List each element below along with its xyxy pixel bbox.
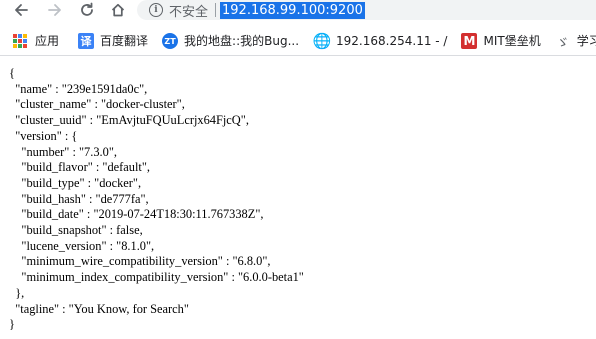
json-line: "name" : "239e1591da0c", <box>9 81 148 96</box>
omnibox-divider <box>215 3 217 17</box>
json-line: "minimum_index_compatibility_version" : … <box>9 270 304 285</box>
bookmark-my-bug[interactable]: ZT 我的地盘::我的Bug... <box>162 27 299 55</box>
bookmark-baidu-translate[interactable]: 译 百度翻译 <box>78 27 148 55</box>
bookmark-label: 我的地盘::我的Bug... <box>184 34 300 48</box>
bookmark-label: 百度翻译 <box>100 34 149 48</box>
url-text[interactable]: 192.168.99.100:9200 <box>220 1 365 19</box>
zentao-icon: ZT <box>162 33 179 49</box>
json-line: "lucene_version" : "8.1.0", <box>9 238 155 253</box>
bookmark-label: 192.168.254.11 - / <box>336 34 448 48</box>
json-line: "minimum_wire_compatibility_version" : "… <box>9 254 271 269</box>
info-icon[interactable]: i <box>149 3 163 17</box>
home-button[interactable] <box>105 0 131 20</box>
bookmark-label: 应用 <box>35 34 60 48</box>
json-line: "cluster_name" : "docker-cluster", <box>9 97 185 112</box>
bookmark-label: MIT堡垒机 <box>483 34 541 48</box>
apps-grid-icon <box>13 34 27 48</box>
browser-toolbar: i 不安全 192.168.99.100:9200 <box>0 0 596 27</box>
learn-icon: ゞ <box>556 35 570 51</box>
json-line: "build_type" : "docker", <box>9 175 142 190</box>
back-arrow-icon <box>15 4 28 16</box>
json-line: "build_flavor" : "default", <box>9 160 151 175</box>
forward-arrow-icon <box>48 4 61 16</box>
bookmark-learn[interactable]: ゞ 学习 <box>555 27 596 55</box>
bookmark-apps[interactable]: 应用 <box>13 27 59 55</box>
json-line: { <box>9 66 15 80</box>
translate-icon: 译 <box>78 33 95 49</box>
json-line: "build_date" : "2019-07-24T18:30:11.7673… <box>9 207 264 222</box>
bookmark-mit-bastion[interactable]: M MIT堡垒机 <box>461 27 541 55</box>
address-bar[interactable]: i 不安全 192.168.99.100:9200 <box>137 0 596 20</box>
json-line: "build_hash" : "de777fa", <box>9 191 149 206</box>
json-line: "version" : { <box>9 128 78 143</box>
reload-icon <box>81 2 93 16</box>
bookmarks-bar: 应用 译 百度翻译 ZT 我的地盘::我的Bug... 🌐 192.168.25… <box>0 27 596 56</box>
json-line: "cluster_uuid" : "EmAvjtuFQUuLcrjx64FjcQ… <box>9 113 249 128</box>
m-logo-icon: M <box>461 33 478 49</box>
back-button[interactable] <box>8 0 34 20</box>
json-line: }, <box>9 285 25 300</box>
home-icon <box>111 3 125 17</box>
forward-button[interactable] <box>42 0 68 20</box>
bookmark-ip-address[interactable]: 🌐 192.168.254.11 - / <box>312 27 448 55</box>
json-line: "tagline" : "You Know, for Search" <box>9 301 189 316</box>
json-line: "build_snapshot" : false, <box>9 223 143 238</box>
json-line: "number" : "7.3.0", <box>9 144 117 159</box>
page-content: { "name" : "239e1591da0c", "cluster_name… <box>0 56 596 339</box>
security-status-label[interactable]: 不安全 <box>169 1 208 20</box>
reload-button[interactable] <box>74 0 100 20</box>
globe-icon: 🌐 <box>312 32 332 50</box>
json-response-body: { "name" : "239e1591da0c", "cluster_name… <box>0 56 596 333</box>
json-line: } <box>9 317 15 332</box>
bookmark-label: 学习 <box>576 34 596 48</box>
